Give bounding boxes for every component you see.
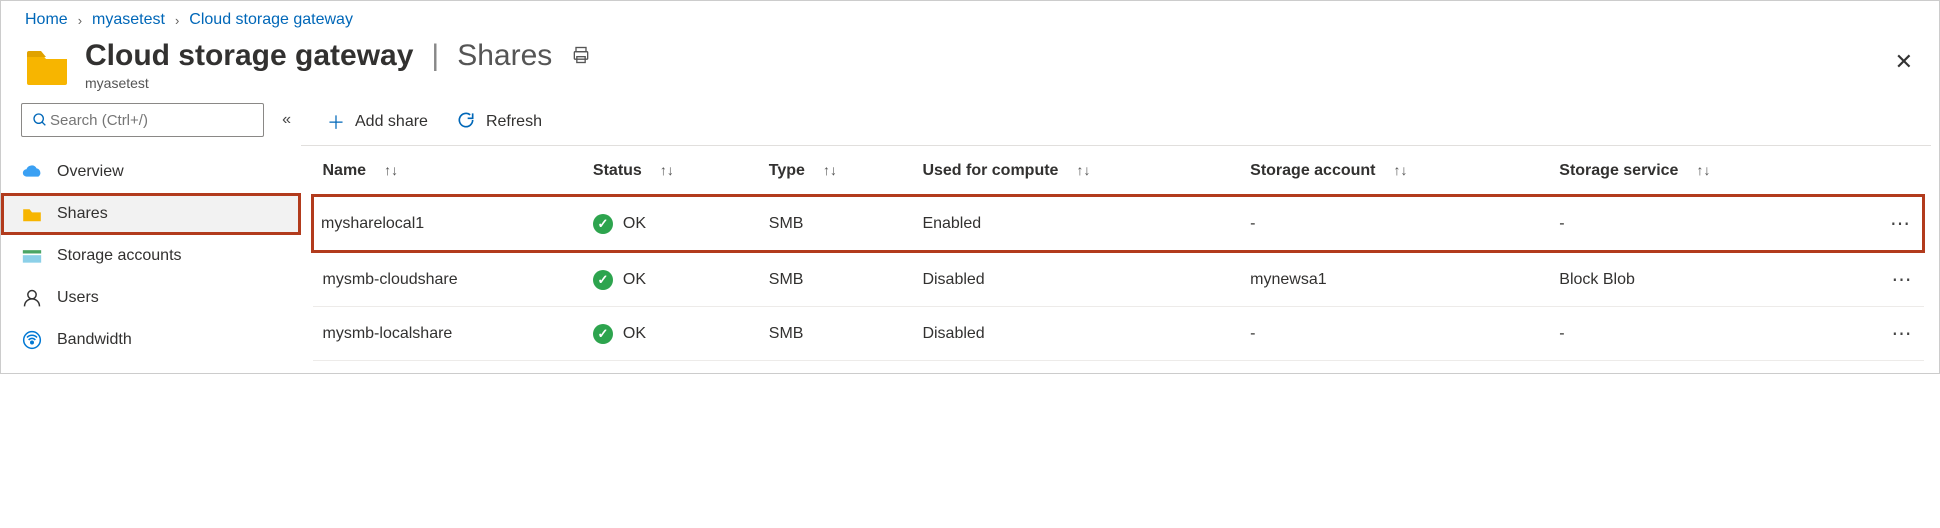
page-header: Cloud storage gateway | Shares myasetest… <box>1 33 1939 103</box>
search-icon <box>32 112 48 128</box>
add-share-button[interactable]: ＋ Add share <box>327 109 428 135</box>
cell-name[interactable]: mysmb-localshare <box>313 307 583 361</box>
search-field[interactable] <box>48 111 253 130</box>
table-row[interactable]: mysharelocal1 ✓OK SMB Enabled - - ⋯ <box>313 196 1924 252</box>
main-panel: ＋ Add share Refresh Name↑↓ Status↑↓ Type… <box>301 103 1939 373</box>
table-row[interactable]: mysmb-localshare ✓OK SMB Disabled - - ⋯ <box>313 307 1924 361</box>
sidebar: « Overview Shares Storage accounts Users <box>1 103 301 373</box>
sort-icon: ↑↓ <box>1394 162 1408 178</box>
print-icon[interactable] <box>570 45 592 68</box>
table-row[interactable]: mysmb-cloudshare ✓OK SMB Disabled mynews… <box>313 252 1924 307</box>
col-service[interactable]: Storage service↑↓ <box>1549 146 1847 196</box>
more-icon[interactable]: ⋯ <box>1848 307 1924 361</box>
sidebar-item-label: Shares <box>57 205 108 223</box>
cell-account: mynewsa1 <box>1240 252 1549 307</box>
sidebar-item-storage-accounts[interactable]: Storage accounts <box>1 235 301 277</box>
sidebar-item-bandwidth[interactable]: Bandwidth <box>1 319 301 361</box>
cell-service: - <box>1549 196 1847 252</box>
col-compute[interactable]: Used for compute↑↓ <box>912 146 1240 196</box>
plus-icon: ＋ <box>327 109 345 135</box>
shares-table: Name↑↓ Status↑↓ Type↑↓ Used for compute↑… <box>311 146 1925 361</box>
chevron-right-icon: › <box>78 13 82 28</box>
cloud-icon <box>21 161 43 183</box>
bandwidth-icon <box>21 329 43 351</box>
sort-icon: ↑↓ <box>660 162 674 178</box>
breadcrumb: Home › myasetest › Cloud storage gateway <box>1 1 1939 33</box>
sort-icon: ↑↓ <box>1696 162 1710 178</box>
refresh-icon <box>456 110 476 135</box>
checkmark-icon: ✓ <box>593 324 613 344</box>
page-subtitle: myasetest <box>85 75 592 91</box>
cell-account: - <box>1240 196 1549 252</box>
cell-type: SMB <box>759 252 913 307</box>
breadcrumb-current[interactable]: Cloud storage gateway <box>189 11 353 29</box>
page-title: Cloud storage gateway <box>85 39 413 73</box>
cell-name[interactable]: mysharelocal1 <box>313 196 583 252</box>
sidebar-item-users[interactable]: Users <box>1 277 301 319</box>
checkmark-icon: ✓ <box>593 270 613 290</box>
cell-type: SMB <box>759 196 913 252</box>
storage-icon <box>21 245 43 267</box>
cell-service: - <box>1549 307 1847 361</box>
checkmark-icon: ✓ <box>593 214 613 234</box>
sidebar-item-overview[interactable]: Overview <box>1 151 301 193</box>
page-section: Shares <box>457 39 552 73</box>
sort-icon: ↑↓ <box>1076 162 1090 178</box>
cell-account: - <box>1240 307 1549 361</box>
toolbar: ＋ Add share Refresh <box>301 103 1931 146</box>
refresh-button[interactable]: Refresh <box>456 110 542 135</box>
cell-compute: Enabled <box>912 196 1240 252</box>
folder-icon <box>25 45 69 85</box>
col-status[interactable]: Status↑↓ <box>583 146 759 196</box>
sidebar-item-label: Overview <box>57 163 124 181</box>
sidebar-item-label: Bandwidth <box>57 331 132 349</box>
more-icon[interactable]: ⋯ <box>1848 196 1924 252</box>
cell-name[interactable]: mysmb-cloudshare <box>313 252 583 307</box>
folder-small-icon <box>21 203 43 225</box>
chevron-right-icon: › <box>175 13 179 28</box>
cell-status: ✓OK <box>583 196 759 252</box>
cell-type: SMB <box>759 307 913 361</box>
sort-icon: ↑↓ <box>823 162 837 178</box>
close-icon[interactable]: ✕ <box>1895 49 1913 75</box>
sidebar-item-label: Storage accounts <box>57 247 182 265</box>
cell-status: ✓OK <box>583 252 759 307</box>
cell-status: ✓OK <box>583 307 759 361</box>
cell-compute: Disabled <box>912 307 1240 361</box>
sidebar-item-label: Users <box>57 289 99 307</box>
cell-service: Block Blob <box>1549 252 1847 307</box>
breadcrumb-resource[interactable]: myasetest <box>92 11 165 29</box>
col-type[interactable]: Type↑↓ <box>759 146 913 196</box>
sidebar-item-shares[interactable]: Shares <box>1 193 301 235</box>
user-icon <box>21 287 43 309</box>
search-input[interactable] <box>21 103 264 137</box>
more-icon[interactable]: ⋯ <box>1848 252 1924 307</box>
col-name[interactable]: Name↑↓ <box>313 146 583 196</box>
col-account[interactable]: Storage account↑↓ <box>1240 146 1549 196</box>
collapse-icon[interactable]: « <box>282 111 291 129</box>
sort-icon: ↑↓ <box>384 162 398 178</box>
cell-compute: Disabled <box>912 252 1240 307</box>
breadcrumb-home[interactable]: Home <box>25 11 68 29</box>
